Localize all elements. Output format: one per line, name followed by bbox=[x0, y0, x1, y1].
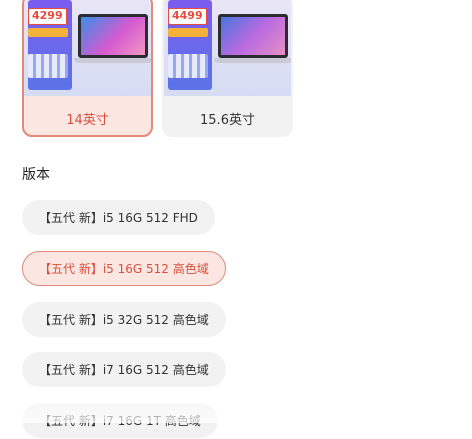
promo-app-icons bbox=[28, 54, 68, 78]
size-option-label: 15.6英寸 bbox=[200, 113, 255, 128]
version-option-i5-16g-512-high-gamut[interactable]: 【五代 新】i5 16G 512 高色域 bbox=[22, 251, 226, 286]
promo-tag bbox=[28, 28, 68, 37]
laptop-image bbox=[218, 14, 288, 58]
promo-app-icons bbox=[168, 54, 208, 78]
laptop-base-image bbox=[74, 58, 151, 63]
version-option-i7-16g-1t-high-gamut[interactable]: 【五代 新】i7 16G 1T 高色域 bbox=[22, 403, 218, 438]
version-option-i5-32g-512-high-gamut[interactable]: 【五代 新】i5 32G 512 高色域 bbox=[22, 302, 226, 337]
thumbnail-price-tag: 4499 bbox=[168, 8, 207, 25]
thumbnail-price-tag: 4299 bbox=[28, 8, 67, 25]
laptop-image bbox=[78, 14, 148, 58]
size-option-label: 14英寸 bbox=[66, 113, 109, 128]
product-thumbnail-14-inch: 4299 bbox=[24, 0, 151, 96]
laptop-base-image bbox=[214, 58, 291, 63]
size-option-15-6-inch[interactable]: 4499 15.6英寸 bbox=[162, 0, 293, 137]
product-thumbnail-15-6-inch: 4499 bbox=[164, 0, 291, 96]
size-option-14-inch[interactable]: 4299 14英寸 bbox=[22, 0, 153, 137]
version-option-i7-16g-512-high-gamut[interactable]: 【五代 新】i7 16G 512 高色域 bbox=[22, 352, 226, 387]
version-section-title: 版本 bbox=[22, 167, 50, 183]
version-option-i5-16g-512-fhd[interactable]: 【五代 新】i5 16G 512 FHD bbox=[22, 200, 215, 235]
promo-tag bbox=[168, 28, 208, 37]
